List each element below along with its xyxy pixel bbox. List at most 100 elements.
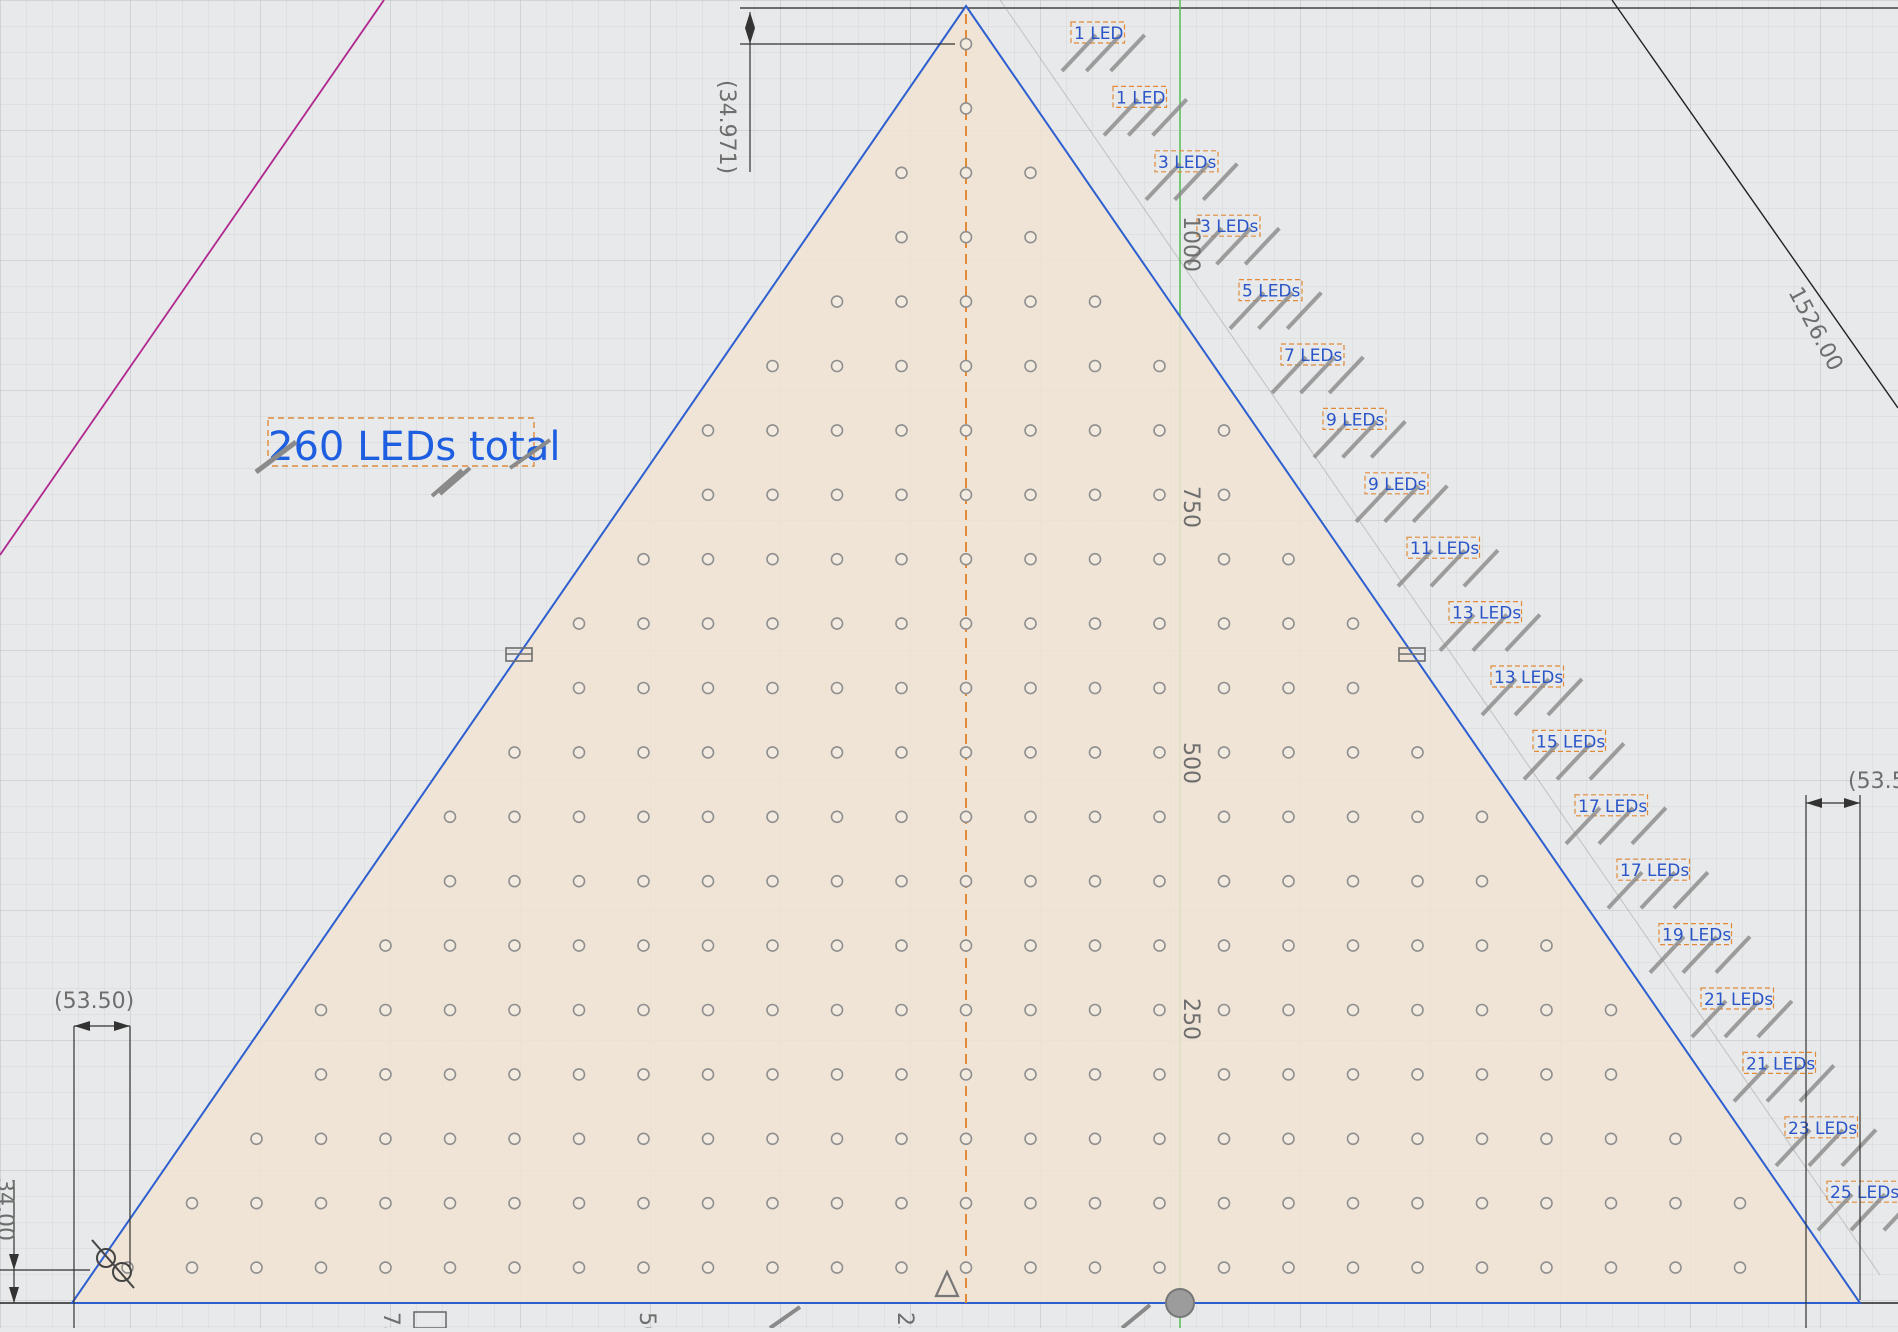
led-hole[interactable]	[701, 488, 715, 502]
led-hole[interactable]	[1153, 1003, 1166, 1017]
led-hole[interactable]	[1024, 939, 1037, 952]
led-hole[interactable]	[1669, 1132, 1682, 1146]
led-hole[interactable]	[1088, 939, 1102, 952]
led-hole[interactable]	[1669, 1261, 1682, 1274]
led-hole[interactable]	[959, 424, 973, 437]
led-hole[interactable]	[1153, 810, 1166, 824]
led-hole[interactable]	[1282, 874, 1295, 888]
led-hole[interactable]	[637, 1003, 650, 1017]
led-hole[interactable]	[250, 1196, 263, 1210]
led-hole[interactable]	[895, 1132, 908, 1146]
led-hole[interactable]	[895, 1196, 908, 1210]
led-hole[interactable]	[379, 1132, 392, 1146]
led-hole[interactable]	[1024, 359, 1037, 373]
led-hole[interactable]	[508, 874, 521, 888]
led-hole[interactable]	[1604, 1068, 1618, 1081]
led-hole[interactable]	[1411, 810, 1424, 824]
led-hole[interactable]	[830, 939, 844, 952]
led-hole[interactable]	[1282, 681, 1295, 695]
led-hole[interactable]	[572, 1196, 586, 1210]
led-hole[interactable]	[766, 488, 779, 502]
led-hole[interactable]	[1475, 1196, 1489, 1210]
led-hole[interactable]	[1475, 1261, 1489, 1274]
led-hole[interactable]	[379, 1068, 392, 1081]
led-hole[interactable]	[959, 617, 973, 630]
led-hole[interactable]	[1153, 1196, 1166, 1210]
led-hole[interactable]	[959, 166, 973, 180]
led-hole[interactable]	[1217, 1261, 1231, 1274]
led-hole[interactable]	[701, 617, 715, 630]
led-hole[interactable]	[1217, 1068, 1231, 1081]
led-hole[interactable]	[1153, 488, 1166, 502]
led-hole[interactable]	[959, 1068, 973, 1081]
led-hole[interactable]	[959, 1261, 973, 1274]
led-hole[interactable]	[1282, 939, 1295, 952]
led-hole[interactable]	[1024, 617, 1037, 630]
led-hole[interactable]	[701, 939, 715, 952]
led-hole[interactable]	[895, 681, 908, 695]
led-hole[interactable]	[766, 1068, 779, 1081]
led-hole[interactable]	[314, 1261, 328, 1274]
led-hole[interactable]	[1088, 552, 1102, 566]
led-hole[interactable]	[1024, 166, 1037, 180]
led-hole[interactable]	[572, 1068, 586, 1081]
led-hole[interactable]	[1475, 1003, 1489, 1017]
led-hole[interactable]	[830, 874, 844, 888]
led-hole[interactable]	[572, 681, 586, 695]
led-hole[interactable]	[637, 617, 650, 630]
led-hole[interactable]	[701, 552, 715, 566]
led-hole[interactable]	[1153, 552, 1166, 566]
led-hole[interactable]	[572, 874, 586, 888]
led-hole[interactable]	[830, 1003, 844, 1017]
led-hole[interactable]	[1024, 681, 1037, 695]
led-hole[interactable]	[1153, 939, 1166, 952]
led-hole[interactable]	[766, 810, 779, 824]
led-hole[interactable]	[637, 939, 650, 952]
led-hole[interactable]	[1540, 1261, 1553, 1274]
led-hole[interactable]	[1475, 1132, 1489, 1146]
led-hole[interactable]	[766, 617, 779, 630]
led-hole[interactable]	[1411, 1196, 1424, 1210]
led-hole[interactable]	[959, 295, 973, 308]
led-hole[interactable]	[701, 1003, 715, 1017]
led-hole[interactable]	[766, 552, 779, 566]
led-hole[interactable]	[766, 1132, 779, 1146]
led-hole[interactable]	[1024, 230, 1037, 244]
led-hole[interactable]	[1540, 1003, 1553, 1017]
led-hole[interactable]	[1024, 424, 1037, 437]
led-hole[interactable]	[1153, 1132, 1166, 1146]
led-hole[interactable]	[895, 552, 908, 566]
led-hole[interactable]	[508, 746, 521, 759]
led-hole[interactable]	[1024, 1003, 1037, 1017]
led-hole[interactable]	[637, 810, 650, 824]
led-hole[interactable]	[1282, 1196, 1295, 1210]
led-hole[interactable]	[830, 617, 844, 630]
led-hole[interactable]	[701, 1132, 715, 1146]
led-hole[interactable]	[830, 1068, 844, 1081]
led-hole[interactable]	[895, 166, 908, 180]
led-hole[interactable]	[895, 1068, 908, 1081]
led-hole[interactable]	[895, 810, 908, 824]
led-hole[interactable]	[1475, 810, 1489, 824]
led-hole[interactable]	[508, 1132, 521, 1146]
led-hole[interactable]	[1282, 1132, 1295, 1146]
led-hole[interactable]	[1088, 617, 1102, 630]
led-hole[interactable]	[1217, 488, 1231, 502]
led-hole[interactable]	[1088, 1068, 1102, 1081]
led-hole[interactable]	[314, 1003, 328, 1017]
led-hole[interactable]	[637, 874, 650, 888]
led-hole[interactable]	[1346, 1196, 1360, 1210]
led-hole[interactable]	[508, 810, 521, 824]
led-hole[interactable]	[701, 424, 715, 437]
led-hole[interactable]	[443, 810, 457, 824]
led-hole[interactable]	[1604, 1196, 1618, 1210]
led-hole[interactable]	[379, 1003, 392, 1017]
led-hole[interactable]	[1346, 810, 1360, 824]
led-hole[interactable]	[895, 1003, 908, 1017]
led-hole[interactable]	[250, 1261, 263, 1274]
led-hole[interactable]	[185, 1196, 199, 1210]
led-hole[interactable]	[1088, 1003, 1102, 1017]
led-hole[interactable]	[443, 1196, 457, 1210]
led-hole[interactable]	[1282, 1261, 1295, 1274]
led-hole[interactable]	[959, 1003, 973, 1017]
